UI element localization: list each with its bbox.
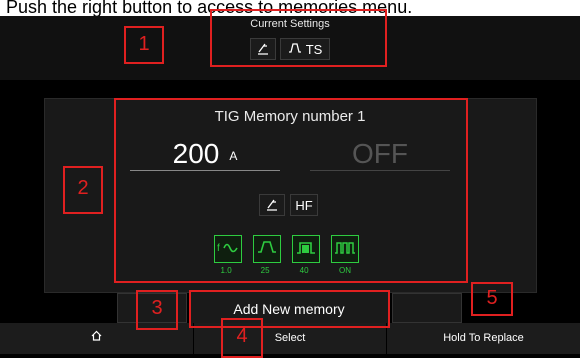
- home-icon: [91, 330, 102, 344]
- annotation-box-1: [210, 9, 387, 67]
- annotation-number-4: 4: [236, 325, 248, 347]
- memory-slot-right[interactable]: [392, 293, 462, 323]
- annotation-box-4: [189, 290, 390, 328]
- hold-to-replace-button[interactable]: Hold To Replace: [387, 323, 580, 354]
- annotation-number-1: 1: [138, 33, 150, 55]
- annotation-number-5: 5: [486, 287, 498, 309]
- annotation-box-2: [114, 98, 468, 283]
- annotation-number-3: 3: [151, 297, 163, 319]
- annotation-number-2: 2: [77, 177, 89, 199]
